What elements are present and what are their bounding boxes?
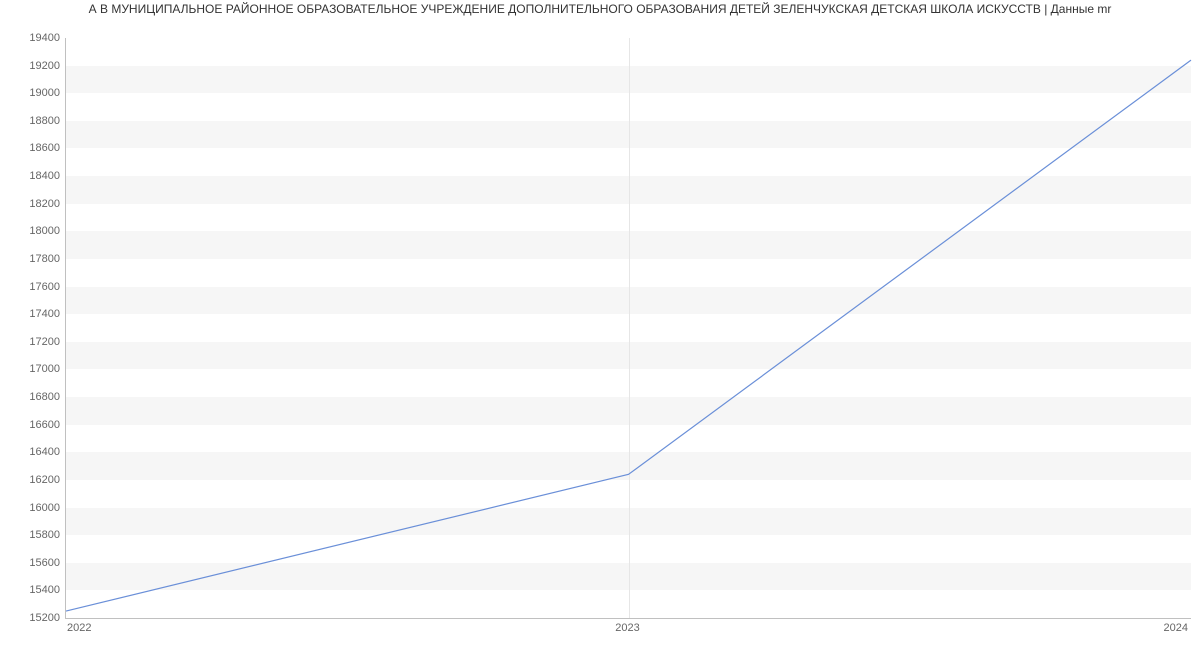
x-tick-label: 2022 bbox=[67, 622, 91, 634]
y-tick-label: 18400 bbox=[5, 170, 60, 182]
plot-area bbox=[65, 38, 1191, 619]
x-tick-label: 2023 bbox=[615, 622, 639, 634]
y-tick-label: 19000 bbox=[5, 87, 60, 99]
y-tick-label: 19400 bbox=[5, 32, 60, 44]
y-tick-label: 16800 bbox=[5, 391, 60, 403]
y-tick-label: 15600 bbox=[5, 557, 60, 569]
y-tick-label: 16000 bbox=[5, 502, 60, 514]
y-tick-label: 15400 bbox=[5, 584, 60, 596]
y-tick-label: 18800 bbox=[5, 115, 60, 127]
y-tick-label: 15800 bbox=[5, 529, 60, 541]
y-tick-label: 17400 bbox=[5, 308, 60, 320]
y-tick-label: 18600 bbox=[5, 142, 60, 154]
y-tick-label: 17000 bbox=[5, 363, 60, 375]
y-tick-label: 16400 bbox=[5, 446, 60, 458]
y-tick-label: 16600 bbox=[5, 419, 60, 431]
series-line bbox=[66, 38, 1191, 618]
y-tick-label: 15200 bbox=[5, 612, 60, 624]
y-tick-label: 17800 bbox=[5, 253, 60, 265]
y-tick-label: 19200 bbox=[5, 60, 60, 72]
y-tick-label: 16200 bbox=[5, 474, 60, 486]
chart-title: А В МУНИЦИПАЛЬНОЕ РАЙОННОЕ ОБРАЗОВАТЕЛЬН… bbox=[0, 2, 1200, 16]
y-tick-label: 17600 bbox=[5, 281, 60, 293]
y-tick-label: 17200 bbox=[5, 336, 60, 348]
x-tick-label: 2024 bbox=[1164, 622, 1188, 634]
y-tick-label: 18000 bbox=[5, 225, 60, 237]
y-tick-label: 18200 bbox=[5, 198, 60, 210]
